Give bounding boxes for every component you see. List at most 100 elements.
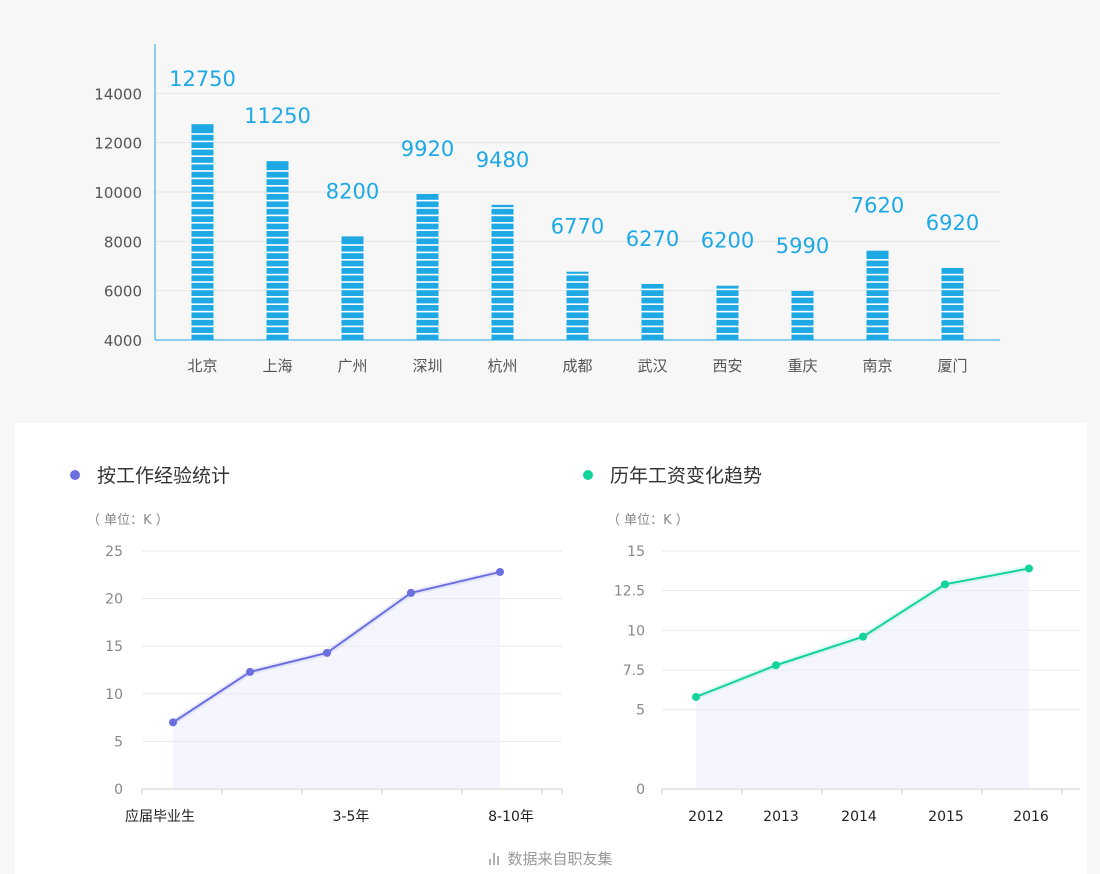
bar-stripe xyxy=(566,303,589,305)
bar-stripe xyxy=(416,229,439,231)
bar-value-label: 6270 xyxy=(626,227,679,251)
data-source-text: 数据来自职友集 xyxy=(507,850,613,868)
bar-stripe xyxy=(866,266,889,268)
bar-stripe xyxy=(191,199,214,202)
bar-stripe xyxy=(416,288,439,291)
bar-stripe xyxy=(791,325,814,328)
y-tick-label: 14000 xyxy=(94,85,142,103)
data-point xyxy=(323,648,331,657)
data-point xyxy=(772,661,780,670)
bar-stripe xyxy=(341,296,364,298)
x-category-label: 8-10年 xyxy=(488,809,534,823)
y-tick-label: 10000 xyxy=(94,184,142,202)
bar-stripe xyxy=(266,288,289,291)
bar-stripe xyxy=(341,251,364,254)
data-source-footer: 数据来自职友集 xyxy=(15,848,1087,869)
bar-value-label: 6770 xyxy=(551,215,604,239)
bar-stripe xyxy=(866,318,889,320)
bar-stripe xyxy=(266,207,289,209)
bar-stripe xyxy=(266,296,289,298)
x-category-label: 重庆 xyxy=(787,357,817,375)
bar-stripe xyxy=(491,333,514,335)
bar-stripe xyxy=(941,281,964,283)
x-category-label: 杭州 xyxy=(487,357,517,375)
bar-stripe xyxy=(791,303,814,305)
area-fill xyxy=(173,571,500,789)
bar-stripe xyxy=(941,318,964,320)
y-tick-label: 6000 xyxy=(104,283,142,301)
bar-stripe xyxy=(941,273,964,276)
y-tick-label: 12000 xyxy=(94,135,142,153)
y-tick-label: 15 xyxy=(627,544,645,560)
bar-stripe xyxy=(491,266,514,268)
bar-stripe xyxy=(266,185,289,187)
y-tick-label: 7.5 xyxy=(623,663,645,679)
bar-stripe xyxy=(866,288,889,291)
bar-stripe xyxy=(641,296,664,298)
bar-stripe xyxy=(191,288,214,291)
x-category-label: 西安 xyxy=(712,357,742,375)
bar-stripe xyxy=(491,273,514,276)
bar-stripe xyxy=(191,281,214,283)
bar-stripe xyxy=(641,333,664,335)
bar-stripe xyxy=(566,333,589,335)
bar-stripe xyxy=(191,229,214,231)
data-point xyxy=(692,692,700,701)
bar-stripe xyxy=(191,214,214,217)
bar-value-label: 8200 xyxy=(326,179,379,203)
bar-stripe xyxy=(866,325,889,328)
bar-stripe xyxy=(866,273,889,276)
data-point xyxy=(941,580,949,589)
bar-stripe xyxy=(491,222,514,224)
bar-stripe xyxy=(266,244,289,246)
bar-stripe xyxy=(941,296,964,298)
bar-stripe xyxy=(866,333,889,335)
bar-stripe xyxy=(791,318,814,320)
bar-stripe xyxy=(341,273,364,276)
salary-trend-chart-title: 历年工资变化趋势 xyxy=(583,461,762,488)
bar-stripe xyxy=(266,273,289,276)
bar-stripe xyxy=(566,310,589,313)
bar-stripe xyxy=(491,259,514,261)
x-category-label: 上海 xyxy=(262,357,292,375)
bar xyxy=(266,161,289,340)
experience-chart-title: 按工作经验统计 xyxy=(70,461,230,488)
bar-body xyxy=(791,290,814,340)
bar-stripe xyxy=(416,281,439,283)
bar-stripe xyxy=(416,310,439,313)
y-tick-label: 5 xyxy=(636,703,645,719)
bar xyxy=(641,284,664,340)
bar-stripe xyxy=(266,222,289,224)
data-point xyxy=(169,718,177,727)
bar-stripe xyxy=(491,296,514,298)
bar-stripe xyxy=(641,310,664,313)
bar-stripe xyxy=(191,325,214,328)
bar-stripe xyxy=(941,303,964,305)
bar-stripe xyxy=(491,207,514,209)
bar-stripe xyxy=(491,303,514,305)
bar-value-label: 11250 xyxy=(244,104,311,128)
bar-stripe xyxy=(641,318,664,320)
bar-stripe xyxy=(266,325,289,328)
bar-stripe xyxy=(416,259,439,261)
bar-stripe xyxy=(266,259,289,261)
bar-stripe xyxy=(491,318,514,320)
x-category-label: 深圳 xyxy=(412,357,442,375)
bar-stripe xyxy=(716,310,739,313)
bar-stripe xyxy=(716,318,739,320)
y-tick-label: 8000 xyxy=(104,233,142,251)
bar-stripe xyxy=(266,266,289,268)
bar-stripe xyxy=(491,288,514,291)
bar-stripe xyxy=(641,325,664,328)
bar-stripe xyxy=(491,214,514,217)
bar-stripe xyxy=(191,273,214,276)
bar-stripe xyxy=(491,251,514,254)
bar-stripe xyxy=(266,303,289,305)
bar-stripe xyxy=(266,192,289,194)
bar-stripe xyxy=(941,310,964,313)
bar-stripe xyxy=(341,318,364,320)
bar-stripe xyxy=(191,155,214,157)
bar xyxy=(566,271,589,340)
bar-stripe xyxy=(416,199,439,202)
bar-stripe xyxy=(791,310,814,313)
